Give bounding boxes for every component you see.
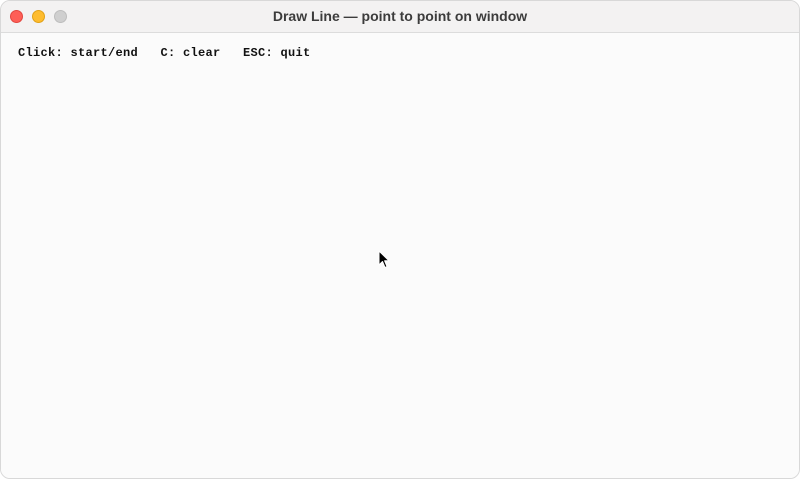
- drawing-canvas[interactable]: Click: start/end C: clear ESC: quit: [1, 33, 799, 478]
- window-title: Draw Line — point to point on window: [272, 8, 528, 24]
- title-bar[interactable]: Draw Line — point to point on window: [1, 1, 799, 33]
- mouse-pointer-icon: [378, 250, 390, 268]
- app-window: Draw Line — point to point on window Cli…: [0, 0, 800, 479]
- instructions-text: Click: start/end C: clear ESC: quit: [18, 46, 311, 60]
